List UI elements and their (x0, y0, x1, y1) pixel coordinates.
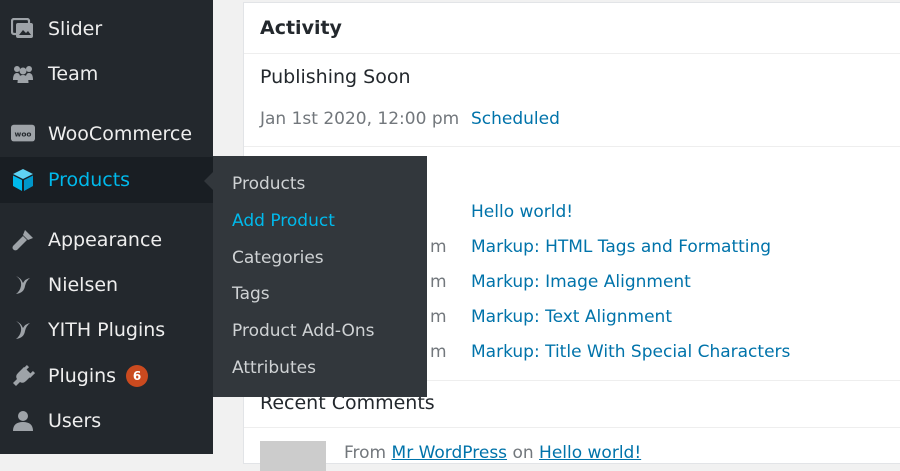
comment-from-label: From (344, 443, 387, 463)
published-date: m (430, 237, 447, 257)
submenu-item-attributes[interactable]: Attributes (232, 358, 316, 378)
products-icon (11, 168, 35, 192)
sidebar-item-slider[interactable]: Slider (0, 6, 213, 52)
update-count-badge: 6 (126, 365, 149, 387)
current-menu-arrow (204, 172, 213, 190)
submenu-item-product-add-ons[interactable]: Product Add-Ons (232, 321, 374, 341)
comment-author-link[interactable]: Mr WordPress (392, 443, 508, 463)
products-submenu: Products Add Product Categories Tags Pro… (213, 156, 427, 397)
yith-icon (11, 273, 35, 297)
published-post-link[interactable]: Hello world! (471, 202, 573, 222)
sidebar-item-users[interactable]: Users (0, 398, 213, 444)
divider (244, 427, 900, 428)
sidebar-item-label: Products (48, 169, 131, 191)
published-date: m (430, 272, 447, 292)
avatar (260, 441, 326, 471)
sidebar-item-label: WooCommerce (48, 123, 193, 145)
sidebar-item-products[interactable]: Products (0, 157, 213, 203)
submenu-item-categories[interactable]: Categories (232, 248, 324, 268)
published-date: m (430, 342, 447, 362)
divider (244, 53, 900, 54)
sidebar-item-label: YITH Plugins (48, 319, 166, 341)
yith-icon (11, 318, 35, 342)
comment-post-link[interactable]: Hello world! (539, 443, 641, 463)
sidebar-item-yith-plugins[interactable]: YITH Plugins (0, 307, 213, 353)
submenu-item-products[interactable]: Products (232, 174, 305, 194)
users-icon (11, 409, 35, 433)
scheduled-post-link[interactable]: Scheduled (471, 109, 560, 129)
svg-text:woo: woo (15, 129, 32, 138)
submenu-item-tags[interactable]: Tags (232, 284, 270, 304)
published-post-link[interactable]: Markup: Title With Special Characters (471, 342, 790, 362)
widget-title: Activity (260, 17, 342, 39)
publishing-soon-heading: Publishing Soon (260, 66, 411, 88)
comment-meta: From Mr WordPress on Hello world! (344, 443, 641, 463)
sidebar-item-plugins[interactable]: Plugins 6 (0, 353, 213, 399)
sidebar-item-label: Appearance (48, 229, 163, 251)
slider-icon (11, 17, 35, 41)
sidebar-item-label: Plugins (48, 365, 117, 387)
plugins-icon (11, 364, 35, 388)
sidebar-item-team[interactable]: Team (0, 51, 213, 97)
sidebar-item-label: Slider (48, 18, 103, 40)
sidebar-item-label: Nielsen (48, 274, 119, 296)
submenu-item-add-product[interactable]: Add Product (232, 211, 335, 231)
team-icon (11, 62, 35, 86)
comment-on-label: on (512, 443, 534, 463)
sidebar-item-woocommerce[interactable]: woo WooCommerce (0, 111, 213, 157)
scheduled-date: Jan 1st 2020, 12:00 pm (260, 109, 460, 129)
sidebar-item-nielsen[interactable]: Nielsen (0, 262, 213, 308)
divider (244, 146, 900, 147)
sidebar-item-label: Team (48, 63, 99, 85)
woocommerce-icon: woo (11, 122, 35, 146)
published-post-link[interactable]: Markup: Text Alignment (471, 307, 672, 327)
sidebar-item-appearance[interactable]: Appearance (0, 217, 213, 263)
published-post-link[interactable]: Markup: HTML Tags and Formatting (471, 237, 771, 257)
appearance-icon (11, 228, 35, 252)
admin-sidebar: Slider Team woo WooCommerce Products App… (0, 0, 213, 454)
sidebar-item-label: Users (48, 410, 102, 432)
published-date: m (430, 307, 447, 327)
published-post-link[interactable]: Markup: Image Alignment (471, 272, 691, 292)
